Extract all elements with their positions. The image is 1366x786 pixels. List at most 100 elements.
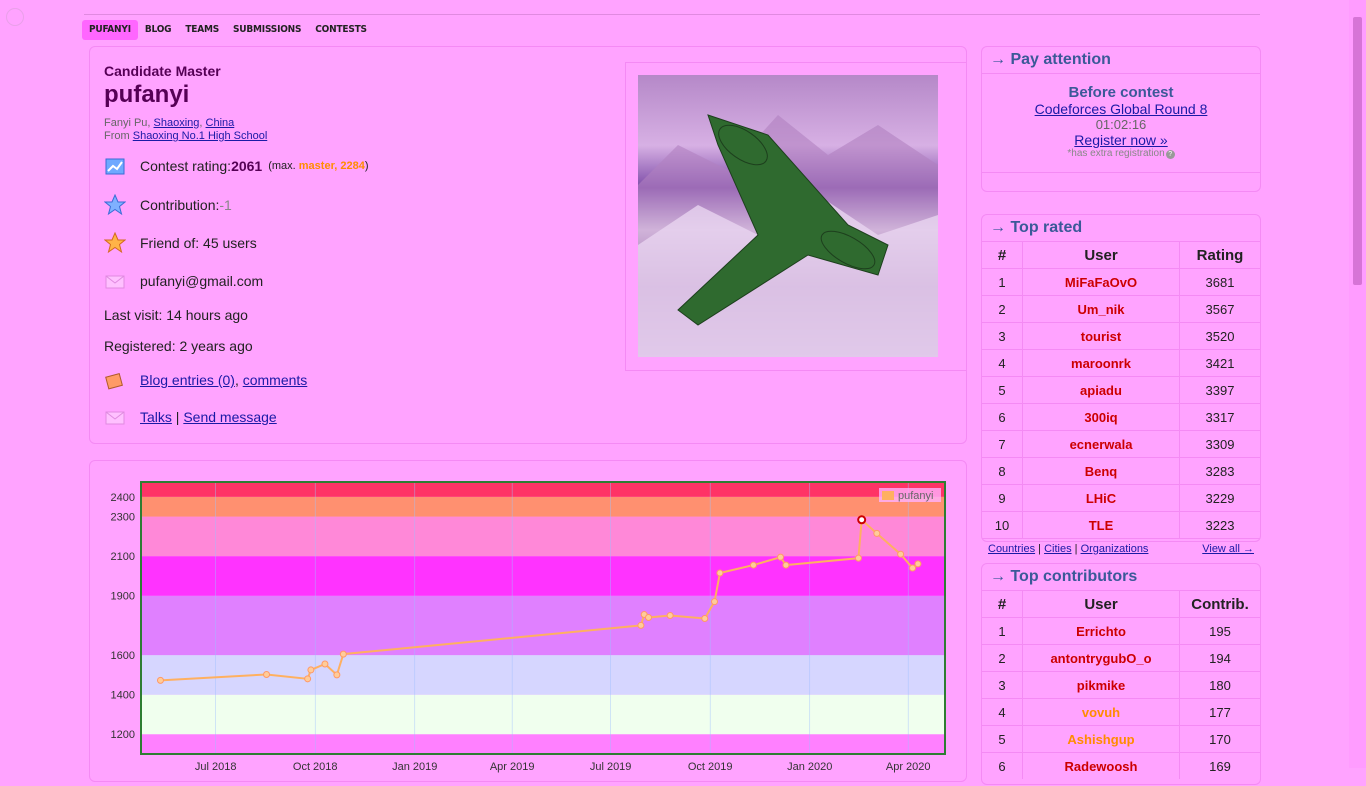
rating-chart-panel: Jul 2018 Oct 2018 Jan 2019 Apr 2019 Jul 2019… [89,460,967,782]
help-icon[interactable]: ? [1165,150,1175,159]
countries-link[interactable]: Countries [988,543,1035,555]
envelope-small-icon [105,411,125,425]
rating-point [854,554,862,562]
x-tick-label: Jul 2019 [590,761,632,773]
rating-point [777,553,785,561]
register-link[interactable]: Register now » [1074,132,1167,148]
user-location: Fanyi Pu, Shaoxing, China [104,117,235,129]
rank-band [141,734,945,754]
user-cell[interactable]: Ashishgup [1022,725,1180,753]
value-cell: 3283 [1179,457,1260,485]
col-user: User [1022,591,1180,618]
table-row: 10 TLE 3223 [982,511,1260,538]
table-row: 4 vovuh 177 [982,698,1260,726]
col-rank: # [982,591,1023,618]
user-cell[interactable]: tourist [1022,322,1180,350]
user-cell[interactable]: 300iq [1022,403,1180,431]
user-cell[interactable]: vovuh [1022,698,1180,726]
tab-submissions[interactable]: SUBMISSIONS [226,20,308,40]
scrollbar-thumb[interactable] [1353,17,1362,285]
contest-rating-label: Contest rating: [140,158,232,174]
talks-link[interactable]: Talks [140,409,172,425]
user-cell[interactable]: LHiC [1022,484,1180,512]
top-contributors-title: → Top contributors [982,564,1260,591]
pay-attention-title: → Pay attention [982,47,1260,74]
table-row: 2 antontrygubO_o 194 [982,644,1260,672]
table-row: 7 ecnerwala 3309 [982,430,1260,458]
friends-row: Friend of: 45 users [104,232,257,254]
user-cell[interactable]: antontrygubO_o [1022,644,1180,672]
tab-contests[interactable]: CONTESTS [308,20,374,40]
user-cell[interactable]: TLE [1022,511,1180,538]
country-link[interactable]: China [206,117,235,129]
top-rated-panel: → Top rated # User Rating 1 MiFaFaOvO 3681… [981,214,1261,555]
y-tick-label: 2400 [111,492,135,504]
user-cell[interactable]: apiadu [1022,376,1180,404]
view-all-link[interactable]: View all → [1202,543,1254,555]
value-cell: 3229 [1179,484,1260,512]
user-cell[interactable]: ecnerwala [1022,430,1180,458]
table-row: 6 300iq 3317 [982,403,1260,431]
top-contributors-label: Top contributors [1010,568,1138,585]
cities-link[interactable]: Cities [1044,543,1072,555]
user-photo-frame [625,62,967,371]
user-rank: Candidate Master [104,63,221,79]
user-cell[interactable]: maroonrk [1022,349,1180,377]
rank-cell: 3 [982,671,1023,699]
user-cell[interactable]: pikmike [1022,671,1180,699]
org-link[interactable]: Shaoxing No.1 High School [133,130,268,142]
col-rating: Rating [1179,242,1260,269]
send-message-link[interactable]: Send message [183,409,276,425]
user-cell[interactable]: Radewoosh [1022,752,1180,779]
rank-cell: 9 [982,484,1023,512]
extra-text: *has extra registration [1067,148,1165,159]
email: pufanyi@gmail.com [140,273,264,289]
profile-nav: PUFANYI BLOG TEAMS SUBMISSIONS CONTESTS [82,20,374,40]
user-cell[interactable]: Benq [1022,457,1180,485]
x-tick-label: Jul 2018 [195,761,237,773]
contribution-value: -1 [219,197,232,213]
rank-band [141,694,945,735]
star-gold-icon [104,232,126,254]
contest-link[interactable]: Codeforces Global Round 8 [1035,101,1208,117]
rank-cell: 1 [982,268,1023,296]
rating-point [716,569,724,577]
rank-cell: 1 [982,617,1023,645]
scrollbar[interactable] [1349,0,1366,768]
table-row: 1 MiFaFaOvO 3681 [982,268,1260,296]
value-cell: 3317 [1179,403,1260,431]
max-rating: (max. master, 2284) [268,160,368,172]
table-row: 5 apiadu 3397 [982,376,1260,404]
contest-rating-row: Contest rating: 2061 (max. master, 2284) [104,155,369,177]
rating-point [782,561,790,569]
col-contrib: Contrib. [1179,591,1260,618]
rating-point [909,564,917,572]
value-cell: 195 [1179,617,1260,645]
max-prefix: (max. [268,160,299,172]
max-rank: master, 2284 [298,160,365,172]
blog-entries-link[interactable]: Blog entries (0) [140,372,235,388]
comments-link[interactable]: comments [243,372,308,388]
user-cell[interactable]: MiFaFaOvO [1022,268,1180,296]
tab-teams[interactable]: TEAMS [178,20,226,40]
user-cell[interactable]: Um_nik [1022,295,1180,323]
user-name: Fanyi Pu, [104,117,154,129]
friends-count: Friend of: 45 users [140,235,257,251]
tab-profile[interactable]: PUFANYI [82,20,138,40]
tab-blog[interactable]: BLOG [138,20,178,40]
rating-point [749,561,757,569]
rating-point [304,675,312,683]
value-cell: 3223 [1179,511,1260,538]
x-tick-label: Oct 2019 [688,761,733,773]
user-handle[interactable]: pufanyi [104,81,267,109]
table-row: 6 Radewoosh 169 [982,752,1260,779]
value-cell: 170 [1179,725,1260,753]
rating-point [711,598,719,606]
rank-cell: 10 [982,511,1023,538]
col-user: User [1022,242,1180,269]
pay-attention-panel: → Pay attention Before contest Codeforce… [981,46,1261,192]
city-link[interactable]: Shaoxing [154,117,200,129]
user-cell[interactable]: Errichto [1022,617,1180,645]
value-cell: 169 [1179,752,1260,779]
organizations-link[interactable]: Organizations [1081,543,1149,555]
